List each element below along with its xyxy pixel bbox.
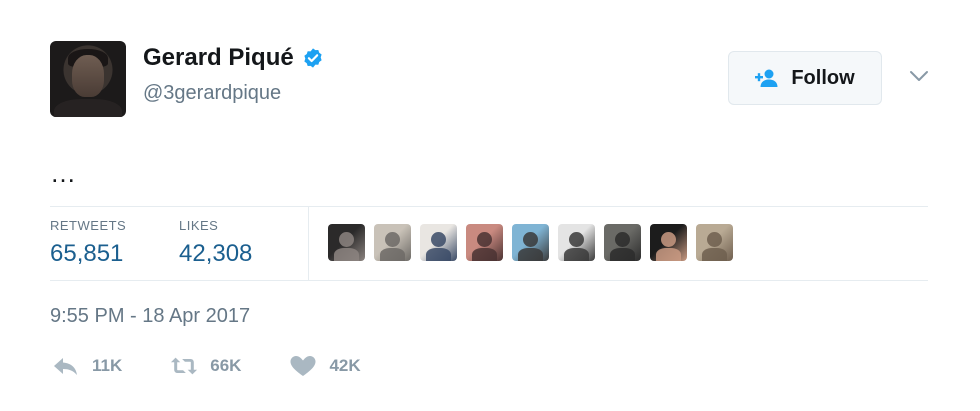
- liker-avatar[interactable]: [650, 224, 687, 261]
- liker-avatar[interactable]: [696, 224, 733, 261]
- divider-top: [50, 206, 928, 207]
- liker-figure-body: [656, 248, 681, 261]
- user-avatar[interactable]: [50, 41, 126, 117]
- liker-figure-body: [334, 248, 359, 261]
- add-user-icon: [755, 69, 778, 87]
- liker-figure: [707, 232, 722, 247]
- liker-avatar[interactable]: [558, 224, 595, 261]
- retweets-label: RETWEETS: [50, 218, 127, 233]
- reply-icon: [54, 358, 77, 375]
- stats-separator: [308, 207, 309, 280]
- follow-label: Follow: [791, 66, 855, 89]
- retweets-value: 65,851: [50, 240, 124, 267]
- retweets-stat[interactable]: RETWEETS 65,851: [50, 218, 126, 268]
- liker-figure: [339, 232, 354, 247]
- reply-count: 11K: [92, 356, 123, 375]
- liker-figure: [385, 232, 400, 247]
- likers-avatars: [328, 224, 733, 261]
- liker-figure: [661, 232, 676, 247]
- tweet-actions: 11K 66K 42K: [52, 355, 409, 377]
- like-button[interactable]: 42K: [289, 355, 361, 377]
- divider-bottom: [50, 280, 928, 281]
- follow-button[interactable]: Follow: [728, 51, 882, 105]
- verified-badge-icon: [302, 47, 324, 69]
- likes-label: LIKES: [179, 218, 219, 233]
- avatar-shoulders: [54, 99, 122, 117]
- heart-icon: [290, 356, 316, 376]
- reply-button[interactable]: 11K: [52, 355, 122, 377]
- avatar-face: [72, 55, 104, 97]
- tweet-text: …: [50, 158, 78, 188]
- liker-figure-body: [610, 248, 635, 261]
- liker-figure: [523, 232, 538, 247]
- user-handle[interactable]: @3gerardpique: [143, 82, 281, 105]
- tweet-timestamp[interactable]: 9:55 PM - 18 Apr 2017: [50, 305, 250, 328]
- likes-value: 42,308: [179, 240, 253, 267]
- liker-figure-body: [472, 248, 497, 261]
- retweet-count: 66K: [210, 356, 242, 375]
- chevron-down-icon[interactable]: [907, 66, 931, 86]
- liker-figure: [477, 232, 492, 247]
- retweet-icon: [171, 357, 198, 375]
- liker-figure: [569, 232, 584, 247]
- liker-avatar[interactable]: [466, 224, 503, 261]
- liker-figure-body: [702, 248, 727, 261]
- liker-avatar[interactable]: [512, 224, 549, 261]
- liker-avatar[interactable]: [374, 224, 411, 261]
- liker-figure: [615, 232, 630, 247]
- liker-avatar[interactable]: [328, 224, 365, 261]
- liker-figure: [431, 232, 446, 247]
- liker-avatar[interactable]: [604, 224, 641, 261]
- liker-figure-body: [518, 248, 543, 261]
- liker-figure-body: [380, 248, 405, 261]
- liker-figure-body: [564, 248, 589, 261]
- like-count: 42K: [329, 356, 361, 375]
- name-row: Gerard Piqué: [143, 44, 324, 72]
- liker-avatar[interactable]: [420, 224, 457, 261]
- liker-figure-body: [426, 248, 451, 261]
- retweet-button[interactable]: 66K: [170, 355, 241, 377]
- display-name[interactable]: Gerard Piqué: [143, 44, 294, 72]
- likes-stat[interactable]: LIKES 42,308: [179, 218, 252, 268]
